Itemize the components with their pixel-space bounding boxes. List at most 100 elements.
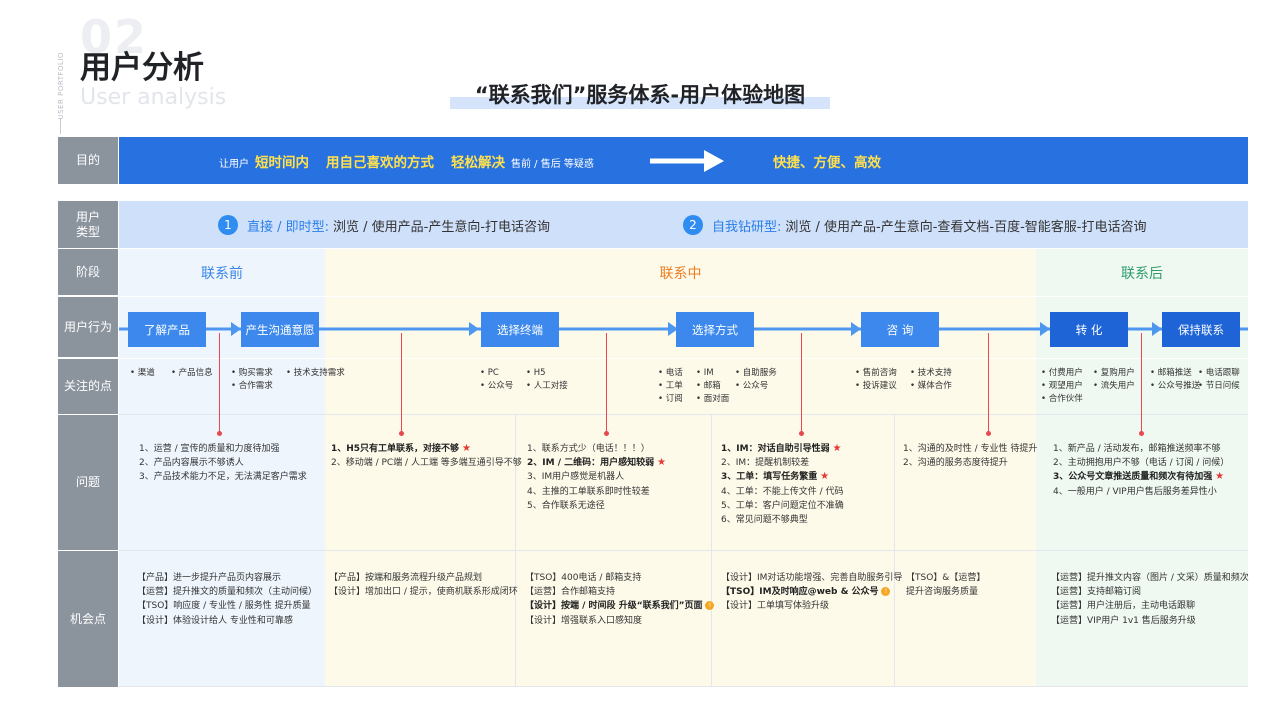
- user-type-1-desc: 浏览 / 使用产品-产生意向-打电话咨询: [333, 219, 551, 235]
- problem-item-key: 1、H5只有工单联系，对接不够 ★: [331, 443, 471, 454]
- focus-group-5b: • IM • 邮箱 • 面对面: [696, 368, 729, 405]
- focus-group-4a: • PC • 公众号: [480, 368, 513, 392]
- stage-after-label: 联系后: [1121, 265, 1163, 282]
- behavior-step-intent: 产生沟通意愿: [241, 312, 319, 347]
- opportunity-item: 【TSO】响应度 / 专业性 / 服务性 提升质量: [137, 601, 311, 612]
- stage-before-label: 联系前: [201, 265, 243, 282]
- connector-dot: [399, 431, 404, 436]
- row-label-focus: 关注的点: [58, 359, 118, 414]
- opportunity-column-5: 【TSO】&【运营】 提升咨询服务质量: [906, 571, 985, 599]
- opportunity-item: 【运营】用户注册后，主动电话跟聊: [1051, 601, 1196, 612]
- problem-item-key: 3、公众号文章推送质量和频次有待加强 ★: [1053, 471, 1225, 483]
- focus-point: • H5: [526, 368, 546, 378]
- connector-dot: [1139, 431, 1144, 436]
- opportunity-item: 提升咨询服务质量: [906, 587, 979, 598]
- opportunity-item: 【设计】增加出口 / 提示，使商机联系形成闭环: [329, 587, 518, 598]
- problem-item: 4、一般用户 / VIP用户售后服务差异性小: [1053, 486, 1217, 497]
- connector-line: [219, 333, 220, 433]
- focus-group-2: • 购买需求 • 合作需求: [231, 368, 273, 392]
- star-icon: ★: [657, 457, 666, 469]
- focus-point: • 公众号推送: [1150, 381, 1201, 391]
- connector-line: [401, 333, 402, 433]
- opportunity-column-3: 【TSO】400电话 / 邮箱支持 【运营】合作邮箱支持 【设计】按端 / 时间…: [525, 571, 715, 628]
- focus-group-4b: • H5 • 人工对接: [526, 368, 568, 392]
- focus-point: • 自助服务: [735, 368, 777, 378]
- problem-item-key: 2、IM / 二维码：用户感知较弱 ★: [527, 457, 666, 469]
- problem-item: 4、主推的工单联系即时性较差: [527, 486, 650, 497]
- connector-line: [801, 333, 802, 433]
- focus-point: • 购买需求: [231, 368, 273, 378]
- goal-keyword-2: 用自己喜欢的方式: [326, 155, 434, 171]
- focus-point: • 邮箱推送: [1150, 368, 1192, 378]
- focus-point: • 流失用户: [1093, 381, 1135, 391]
- opportunity-item-key: 【TSO】IM及时响应@web & 公众号 !: [721, 585, 902, 599]
- focus-point: • 付费用户: [1041, 368, 1083, 378]
- problem-column-5: 1、沟通的及时性 / 专业性 待提升 2、沟通的服务态度待提升: [903, 442, 1037, 470]
- focus-group-6b: • 技术支持 • 媒体合作: [910, 368, 952, 392]
- focus-group-7a: • 付费用户 • 观望用户 • 合作伙伴: [1041, 368, 1083, 405]
- focus-point: • 电话: [658, 368, 683, 378]
- number-badge-2: 2: [683, 215, 703, 235]
- map-title-text: “联系我们”服务体系-用户体验地图: [474, 83, 806, 107]
- problem-column-2: 1、H5只有工单联系，对接不够 ★ 2、移动端 / PC端 / 人工端 等多端互…: [331, 442, 522, 470]
- column-separator: [711, 415, 712, 686]
- star-icon: ★: [820, 471, 830, 483]
- problem-item: 5、工单：客户问题定位不准确: [721, 500, 844, 511]
- opportunity-item: 【设计】工单填写体验升级: [721, 601, 830, 612]
- focus-point: • 投诉建议: [855, 381, 897, 391]
- focus-point: • 售前咨询: [855, 368, 897, 378]
- opportunity-item: 【运营】提升推文的质量和频次（主动问候）: [137, 587, 318, 598]
- star-icon: ★: [461, 443, 471, 454]
- problem-column-3: 1、联系方式少（电话！！！） 2、IM / 二维码：用户感知较弱 ★ 3、IM用…: [527, 442, 666, 513]
- problem-column-1: 1、运营 / 宣传的质量和力度待加强 2、产品内容展示不够诱人 3、产品技术能力…: [139, 442, 307, 485]
- user-type-2-name: 自我钻研型:: [712, 219, 782, 235]
- title-divider: [60, 118, 61, 134]
- focus-group-5c: • 自助服务 • 公众号: [735, 368, 777, 392]
- user-type-1-name: 直接 / 即时型:: [247, 219, 330, 235]
- opportunity-item: 【设计】IM对话功能增强、完善自助服务引导: [721, 573, 903, 583]
- user-type-2-desc: 浏览 / 使用产品-产生意向-查看文档-百度-智能客服-打电话咨询: [785, 219, 1147, 235]
- focus-point: • 技术支持: [910, 368, 952, 378]
- row-label-problem: 问题: [58, 415, 118, 550]
- behavior-step-select-method: 选择方式: [676, 312, 754, 347]
- opportunity-item: 【运营】支持邮箱订阅: [1051, 587, 1142, 598]
- user-type-label-line1: 用户: [75, 209, 100, 224]
- focus-point: • 电话跟聊: [1198, 368, 1240, 378]
- row-label-user-type: 用户 类型: [58, 201, 118, 248]
- connector-dot: [986, 431, 991, 436]
- problem-item: 2、产品内容展示不够诱人: [139, 458, 244, 469]
- focus-group-1: • 渠道 • 产品信息: [130, 368, 213, 379]
- row-label-behavior: 用户行为: [58, 297, 118, 357]
- opportunity-item-key: 【设计】按端 / 时间段 升级“联系我们”页面 !: [525, 599, 715, 613]
- opportunity-item: 【设计】体验设计给人 专业性和可靠感: [137, 615, 293, 626]
- opportunity-item: 【TSO】400电话 / 邮箱支持: [525, 573, 642, 583]
- focus-group-7b: • 复购用户 • 流失用户: [1093, 368, 1135, 392]
- focus-point: • 合作伙伴: [1041, 394, 1083, 404]
- problem-item: 1、运营 / 宣传的质量和力度待加强: [139, 444, 280, 454]
- row-label-goal: 目的: [58, 137, 118, 184]
- column-separator: [894, 415, 895, 686]
- problem-item-key: 1、IM：对话自助引导性弱 ★: [721, 443, 842, 454]
- behavior-step-consult: 咨 询: [861, 312, 939, 347]
- problem-column-4: 1、IM：对话自助引导性弱 ★ 2、IM：提醒机制较差 3、工单：填写任务繁重 …: [721, 442, 844, 527]
- focus-point: • 订阅: [658, 394, 683, 404]
- opportunity-column-6: 【运营】提升推文内容（图片 / 文采）质量和频次 【运营】支持邮箱订阅 【运营】…: [1051, 571, 1249, 628]
- user-type-1: 1 直接 / 即时型: 浏览 / 使用产品-产生意向-打电话咨询: [218, 215, 550, 235]
- star-icon: ★: [1215, 471, 1225, 483]
- problem-item: 1、沟通的及时性 / 专业性 待提升: [903, 444, 1038, 454]
- behavior-step-keep-contact: 保持联系: [1162, 312, 1240, 347]
- connector-dot: [799, 431, 804, 436]
- connector-line: [606, 333, 607, 433]
- problem-item: 4、工单：不能上传文件 / 代码: [721, 486, 844, 497]
- problem-item: 1、新产品 / 活动发布，邮箱推送频率不够: [1053, 444, 1221, 454]
- goal-suffix: 售前 / 售后 等疑惑: [511, 159, 594, 170]
- star-icon: ★: [832, 443, 842, 454]
- fire-badge-icon: !: [881, 587, 891, 597]
- focus-point: • 复购用户: [1093, 368, 1135, 378]
- focus-group-6a: • 售前咨询 • 投诉建议: [855, 368, 897, 392]
- vertical-portfolio-text: USER PORTFOLIO: [57, 52, 65, 120]
- behavior-step-select-terminal: 选择终端: [481, 312, 559, 347]
- focus-point: • PC: [480, 368, 499, 378]
- user-type-2: 2 自我钻研型: 浏览 / 使用产品-产生意向-查看文档-百度-智能客服-打电话…: [683, 215, 1147, 235]
- problem-item: 6、常见问题不够典型: [721, 515, 808, 526]
